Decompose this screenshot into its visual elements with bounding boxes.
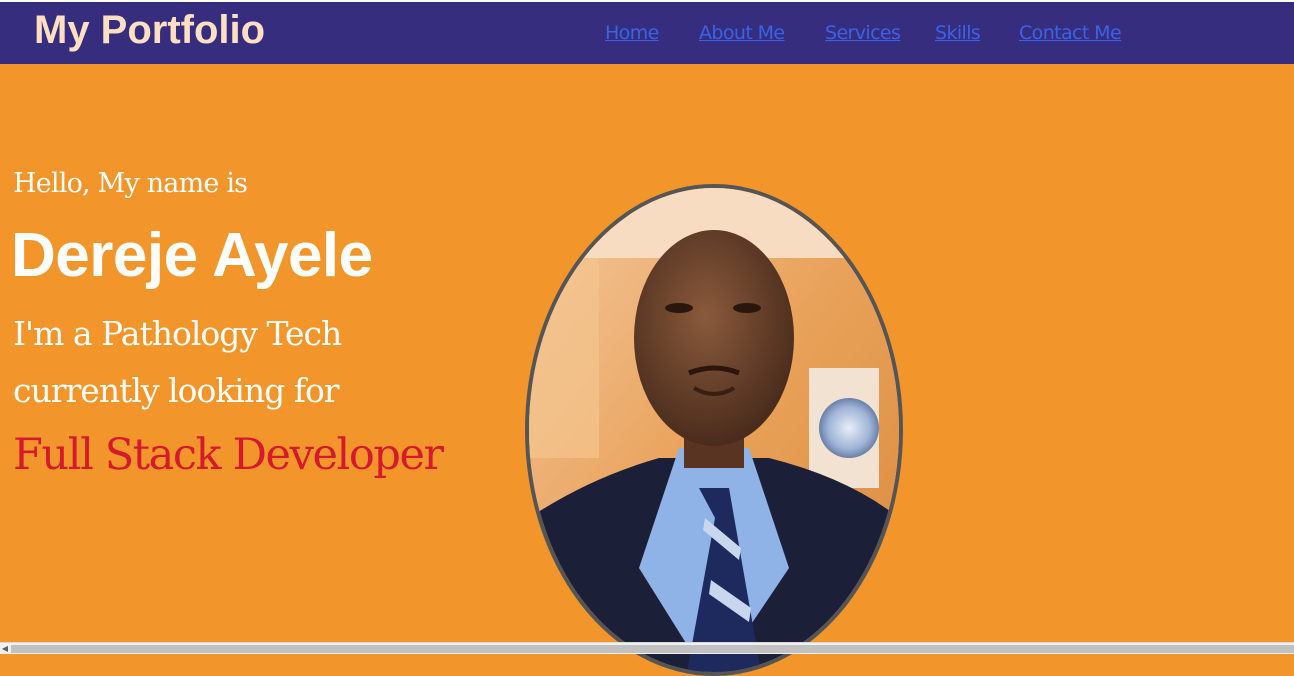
nav-link-contact-me[interactable]: Contact Me — [1019, 21, 1122, 45]
site-header: My Portfolio Home About Me Services Skil… — [0, 2, 1294, 64]
nav-link-skills[interactable]: Skills — [935, 21, 981, 45]
nav-link-about-me[interactable]: About Me — [699, 21, 785, 45]
hero-name: Dereje Ayele — [11, 221, 373, 290]
profile-photo-image — [529, 188, 899, 672]
site-brand[interactable]: My Portfolio — [34, 6, 265, 54]
profile-photo — [525, 184, 903, 676]
hero-intro-line-2: currently looking for — [13, 371, 340, 410]
hero-role: Full Stack Developer — [13, 430, 444, 480]
chevron-left-icon[interactable]: ◀ — [0, 643, 10, 654]
hero-greeting: Hello, My name is — [13, 168, 248, 199]
hero-intro-line-1: I'm a Pathology Tech — [13, 314, 342, 353]
nav-link-services[interactable]: Services — [825, 21, 901, 45]
hero-section: Hello, My name is Dereje Ayele I'm a Pat… — [0, 64, 1294, 676]
nav-link-home[interactable]: Home — [605, 21, 659, 45]
scrollbar-thumb[interactable] — [11, 645, 1294, 653]
horizontal-scrollbar[interactable]: ◀ — [0, 642, 1294, 654]
